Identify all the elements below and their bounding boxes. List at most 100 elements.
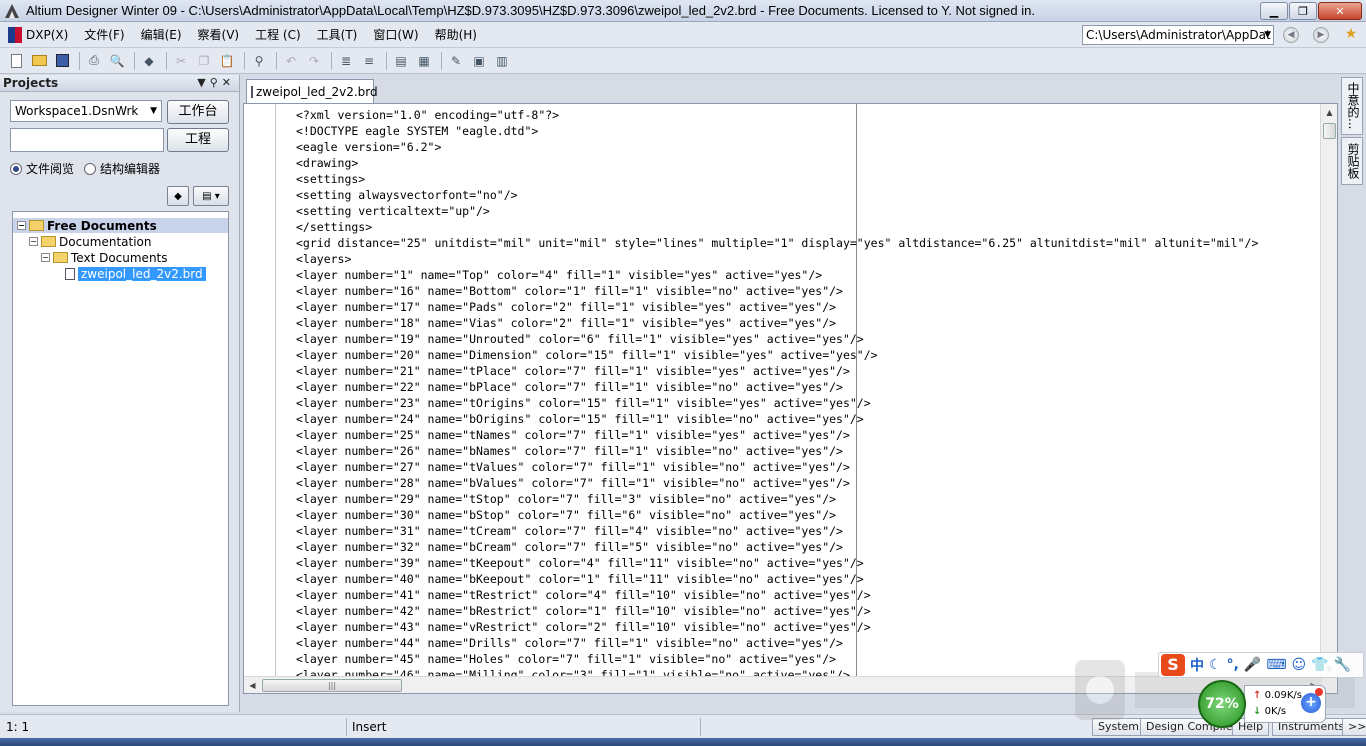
side-tab-favorites[interactable]: 中意的...	[1341, 77, 1363, 135]
code-line[interactable]: <layer number="43" name="vRestrict" colo…	[296, 619, 1321, 635]
code-line[interactable]: </settings>	[296, 219, 1321, 235]
code-line[interactable]: <layer number="17" name="Pads" color="2"…	[296, 299, 1321, 315]
ime-language-indicator[interactable]: 中	[1190, 655, 1204, 675]
favorites-icon[interactable]: ★	[1343, 27, 1359, 43]
keyboard-icon[interactable]: ⌨	[1266, 657, 1286, 673]
punctuation-icon[interactable]: °,	[1227, 657, 1239, 673]
radio-struct-editor[interactable]	[84, 162, 97, 175]
horizontal-scrollbar[interactable]: ◀ ||| ▶	[244, 676, 1322, 693]
code-line[interactable]: <layer number="26" name="bNames" color="…	[296, 443, 1321, 459]
menu-edit[interactable]: 编辑(E)	[133, 22, 190, 48]
code-line[interactable]: <layer number="1" name="Top" color="4" f…	[296, 267, 1321, 283]
wrench-icon[interactable]: 🔧	[1334, 657, 1351, 673]
code-line[interactable]: <?xml version="1.0" encoding="utf-8"?>	[296, 107, 1321, 123]
code-line[interactable]: <layers>	[296, 251, 1321, 267]
text-editor[interactable]: <?xml version="1.0" encoding="utf-8"?> <!…	[243, 103, 1338, 694]
report-icon[interactable]: ▣	[469, 51, 489, 71]
menu-project[interactable]: 工程 (C)	[247, 22, 309, 48]
vertical-scrollbar[interactable]: ▲ ▼	[1320, 104, 1337, 678]
menu-window[interactable]: 窗口(W)	[365, 22, 426, 48]
radio-file-view[interactable]	[10, 162, 22, 175]
cut-icon[interactable]: ✂	[171, 51, 191, 71]
more-panels-button[interactable]: >>	[1342, 718, 1366, 736]
save-icon[interactable]	[52, 51, 72, 71]
scroll-left-icon[interactable]: ◀	[244, 677, 261, 693]
code-line[interactable]: <layer number="19" name="Unrouted" color…	[296, 331, 1321, 347]
code-line[interactable]: <drawing>	[296, 155, 1321, 171]
panel-close-icon[interactable]: ✕	[222, 76, 235, 89]
redo-icon[interactable]: ↷	[304, 51, 324, 71]
code-line[interactable]: <layer number="18" name="Vias" color="2"…	[296, 315, 1321, 331]
moon-icon[interactable]: ☾	[1209, 657, 1222, 673]
menu-file[interactable]: 文件(F)	[76, 22, 132, 48]
copy-icon[interactable]: ❐	[194, 51, 214, 71]
code-line[interactable]: <layer number="23" name="tOrigins" color…	[296, 395, 1321, 411]
menu-dxp[interactable]: DXP(X)	[0, 22, 76, 48]
tree-item-free-documents[interactable]: − Free Documents	[13, 218, 228, 233]
collapse-icon[interactable]: −	[41, 253, 50, 262]
print-icon[interactable]: ⎙	[84, 51, 104, 71]
vertical-scroll-thumb[interactable]	[1323, 123, 1336, 139]
undo-icon[interactable]: ↶	[281, 51, 301, 71]
code-line[interactable]: <setting alwaysvectorfont="no"/>	[296, 187, 1321, 203]
menu-view[interactable]: 察看(V)	[190, 22, 248, 48]
side-tab-clipboard[interactable]: 剪贴板	[1341, 137, 1363, 185]
compile-icon[interactable]: ✎	[446, 51, 466, 71]
tree-item-text-documents[interactable]: − Text Documents	[41, 250, 168, 265]
code-line[interactable]: <layer number="27" name="tValues" color=…	[296, 459, 1321, 475]
workspace-combobox[interactable]: Workspace1.DsnWrk ▼	[10, 100, 162, 122]
minimize-button[interactable]: ▁	[1260, 2, 1288, 20]
accelerate-plus-icon[interactable]: +	[1301, 693, 1321, 713]
project-options-icon[interactable]: ◆	[167, 186, 189, 206]
code-line[interactable]: <eagle version="6.2">	[296, 139, 1321, 155]
close-button[interactable]: ✕	[1318, 2, 1362, 20]
menu-tools[interactable]: 工具(T)	[309, 22, 366, 48]
code-line[interactable]: <!DOCTYPE eagle SYSTEM "eagle.dtd">	[296, 123, 1321, 139]
code-line[interactable]: <layer number="42" name="bRestrict" colo…	[296, 603, 1321, 619]
table-icon[interactable]: ▥	[492, 51, 512, 71]
code-line[interactable]: <layer number="28" name="bValues" color=…	[296, 475, 1321, 491]
code-line[interactable]: <layer number="25" name="tNames" color="…	[296, 427, 1321, 443]
code-line[interactable]: <layer number="32" name="bCream" color="…	[296, 539, 1321, 555]
code-line[interactable]: <settings>	[296, 171, 1321, 187]
code-line[interactable]: <layer number="24" name="bOrigins" color…	[296, 411, 1321, 427]
new-doc-icon[interactable]	[6, 51, 26, 71]
paste-icon[interactable]: 📋	[217, 51, 237, 71]
sogou-logo-icon[interactable]: S	[1161, 654, 1185, 676]
indent-icon[interactable]: ≣	[336, 51, 356, 71]
forward-icon[interactable]: ▶	[1313, 27, 1329, 43]
tree-item-brd-file[interactable]: zweipol_led_2v2.brd	[65, 266, 206, 281]
system-panel-button[interactable]: System	[1092, 718, 1146, 736]
code-line[interactable]: <layer number="44" name="Drills" color="…	[296, 635, 1321, 651]
code-line[interactable]: <layer number="41" name="tRestrict" colo…	[296, 587, 1321, 603]
code-line[interactable]: <layer number="21" name="tPlace" color="…	[296, 363, 1321, 379]
speed-percent-badge[interactable]: 72%	[1198, 680, 1246, 728]
code-line[interactable]: <layer number="16" name="Bottom" color="…	[296, 283, 1321, 299]
code-line[interactable]: <layer number="31" name="tCream" color="…	[296, 523, 1321, 539]
code-line[interactable]: <layer number="20" name="Dimension" colo…	[296, 347, 1321, 363]
bookmark-icon[interactable]: ▤	[391, 51, 411, 71]
horizontal-scroll-thumb[interactable]: |||	[262, 679, 402, 692]
back-icon[interactable]: ◀	[1283, 27, 1299, 43]
path-combobox[interactable]: C:\Users\Administrator\AppDat ▼	[1082, 25, 1274, 45]
project-input[interactable]	[10, 128, 164, 152]
collapse-icon[interactable]: −	[29, 237, 38, 246]
panel-menu-icon[interactable]: ▼	[197, 76, 209, 89]
code-line[interactable]: <grid distance="25" unitdist="mil" unit=…	[296, 235, 1321, 251]
open-project-icon[interactable]: ◆	[139, 51, 159, 71]
code-line[interactable]: <layer number="22" name="bPlace" color="…	[296, 379, 1321, 395]
project-button[interactable]: 工程	[167, 128, 229, 152]
scroll-up-icon[interactable]: ▲	[1321, 104, 1337, 121]
outdent-icon[interactable]: ≡	[359, 51, 379, 71]
tab-zweipol-led-brd[interactable]: zweipol_led_2v2.brd	[246, 79, 378, 103]
code-line[interactable]: <setting verticaltext="up"/>	[296, 203, 1321, 219]
maximize-button[interactable]: ❐	[1289, 2, 1317, 20]
find-icon[interactable]: ⚲	[249, 51, 269, 71]
project-menu-icon[interactable]: ▤ ▾	[193, 186, 229, 206]
collapse-icon[interactable]: −	[17, 221, 26, 230]
user-icon[interactable]: ☺	[1292, 657, 1307, 673]
list-icon[interactable]: ▦	[414, 51, 434, 71]
print-preview-icon[interactable]: 🔍	[107, 51, 127, 71]
code-line[interactable]: <layer number="30" name="bStop" color="7…	[296, 507, 1321, 523]
network-speed-widget[interactable]: ↑ 0.09K/s ↓ 0K/s 72% +	[1198, 680, 1338, 730]
